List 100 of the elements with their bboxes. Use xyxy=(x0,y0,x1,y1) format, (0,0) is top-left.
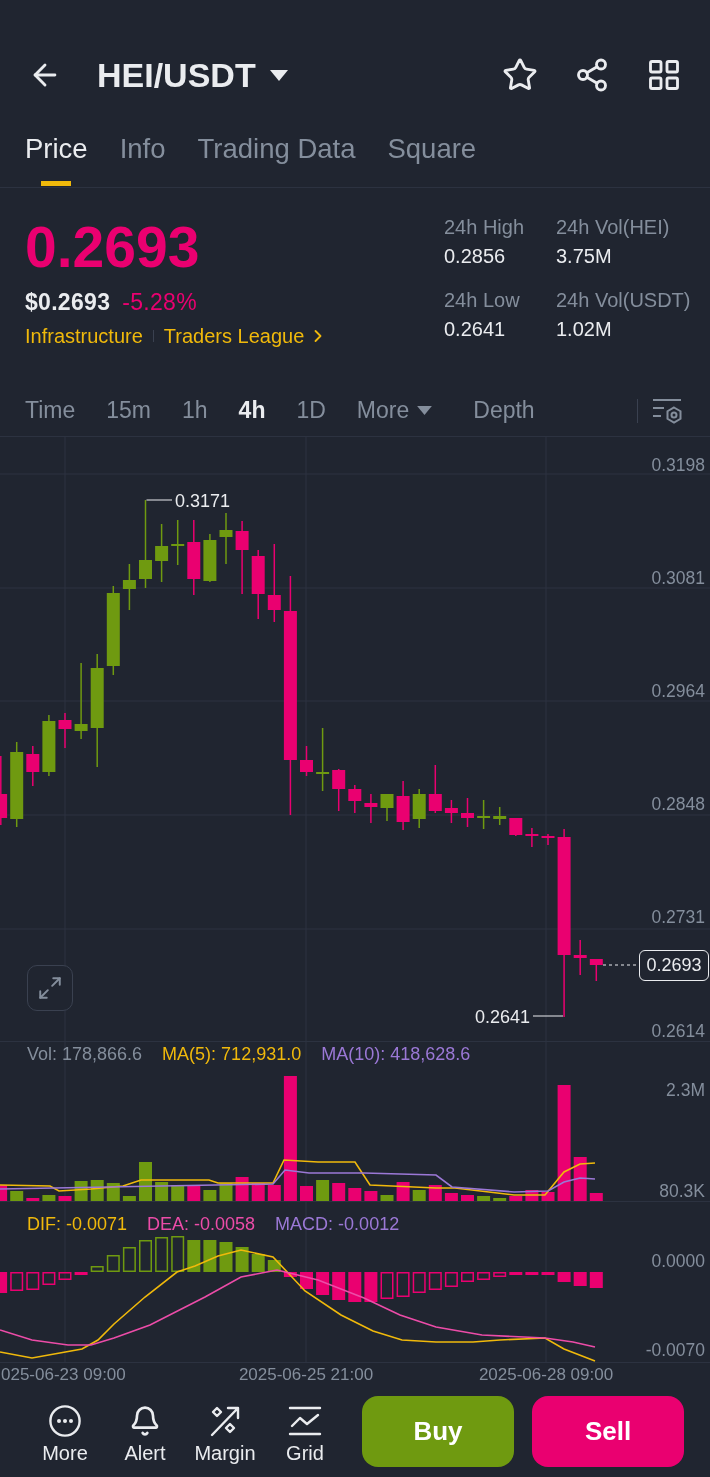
volume-bar xyxy=(525,1190,539,1201)
zigzag-lines-icon xyxy=(288,1405,322,1437)
candle xyxy=(0,755,8,826)
macd-bar xyxy=(90,1266,104,1272)
nav-item[interactable]: More xyxy=(25,1397,105,1465)
candle xyxy=(461,797,474,828)
volume-axis-label: 2.3M xyxy=(666,1079,705,1100)
macd-bar xyxy=(122,1247,136,1272)
candle xyxy=(58,712,72,749)
candle xyxy=(332,768,346,812)
price-axis-label: 0.3198 xyxy=(651,454,705,475)
price-axis-label: 0.2731 xyxy=(651,907,705,928)
candle xyxy=(219,512,233,565)
sell-button[interactable]: Sell xyxy=(532,1395,684,1467)
candle xyxy=(251,549,265,620)
volume-bar xyxy=(235,1177,249,1201)
expand-button[interactable] xyxy=(27,965,73,1011)
macd-axis-label: 0.0000 xyxy=(651,1250,705,1271)
macd-bar xyxy=(187,1240,201,1272)
legend-value: MA(10): 418,628.6 xyxy=(321,1043,471,1065)
stat-value: 1.02M xyxy=(556,317,613,341)
nav-item[interactable]: Alert xyxy=(105,1397,185,1465)
candle xyxy=(348,784,362,814)
last-price: 0.2693 xyxy=(25,219,201,276)
nav-item[interactable]: Margin xyxy=(185,1397,265,1465)
candle xyxy=(541,833,555,846)
tab[interactable]: Price xyxy=(25,110,88,187)
stat-label: 24h Low xyxy=(444,288,521,312)
tab[interactable]: Square xyxy=(387,110,477,187)
time-axis-label: 2025-06-28 09:00 xyxy=(478,1365,614,1384)
candle xyxy=(477,799,491,830)
volume-bar xyxy=(573,1157,587,1201)
candle xyxy=(171,519,185,566)
grid-icon[interactable] xyxy=(646,57,682,93)
price-axis-label: 0.2614 xyxy=(651,1020,705,1041)
candle xyxy=(412,788,426,829)
buy-button[interactable]: Buy xyxy=(362,1395,514,1467)
macd-bar xyxy=(493,1272,507,1277)
chart-settings-icon[interactable] xyxy=(652,397,682,424)
volume-bar xyxy=(541,1192,555,1201)
legend-value: Vol: 178,866.6 xyxy=(27,1043,143,1065)
interval-tab[interactable]: Time xyxy=(25,397,76,424)
macd-bar xyxy=(589,1272,603,1288)
tag-link[interactable]: Traders League xyxy=(163,324,329,348)
star-icon[interactable] xyxy=(502,57,538,93)
volume-bar xyxy=(348,1188,362,1201)
interval-tab[interactable]: 4h xyxy=(238,397,266,424)
macd-bar xyxy=(139,1240,152,1272)
candle xyxy=(396,780,410,831)
interval-tab[interactable]: 1D xyxy=(296,397,326,424)
volume-bar xyxy=(0,1185,8,1201)
macd-bar xyxy=(10,1272,24,1291)
macd-bar xyxy=(509,1272,523,1275)
stat-value: 0.2641 xyxy=(444,317,507,341)
volume-bar xyxy=(267,1185,281,1201)
candle xyxy=(573,939,587,976)
macd-bar xyxy=(58,1272,72,1280)
interval-tab[interactable]: Depth xyxy=(473,397,535,424)
macd-bar xyxy=(573,1272,587,1286)
macd-bar xyxy=(428,1272,442,1290)
macd-bar xyxy=(106,1255,120,1272)
macd-bar xyxy=(219,1242,233,1272)
legend-value: DIF: -0.0071 xyxy=(27,1213,128,1235)
expand-icon xyxy=(37,975,63,1001)
macd-bar xyxy=(525,1272,539,1275)
macd-bar xyxy=(42,1272,56,1285)
macd-bar xyxy=(203,1240,217,1272)
interval-tab[interactable]: More xyxy=(356,397,433,424)
time-axis-label: 025-06-23 09:00 xyxy=(1,1365,126,1384)
tab[interactable]: Trading Data xyxy=(197,110,356,187)
interval-tab[interactable]: 1h xyxy=(182,397,208,424)
time-axis-label: 2025-06-25 21:00 xyxy=(238,1365,374,1384)
candle xyxy=(155,523,169,583)
volume-bar xyxy=(509,1196,523,1201)
macd-bar xyxy=(26,1272,40,1290)
nav-item[interactable]: Grid xyxy=(265,1397,345,1465)
tab[interactable]: Info xyxy=(119,110,166,187)
volume-bar xyxy=(300,1186,313,1201)
candle xyxy=(203,533,217,583)
macd-bar xyxy=(461,1272,474,1282)
candle xyxy=(525,827,539,848)
candle xyxy=(26,745,40,787)
price-line xyxy=(602,964,639,966)
macd-bar xyxy=(444,1272,458,1287)
stat-label: 24h High xyxy=(444,215,526,239)
volume-bar xyxy=(461,1195,474,1201)
macd-bar xyxy=(364,1272,378,1302)
interval-tab[interactable]: 15m xyxy=(106,397,151,424)
volume-bar xyxy=(332,1183,346,1201)
macd-bar xyxy=(541,1272,555,1275)
legend-value: MA(5): 712,931.0 xyxy=(162,1043,302,1065)
share-icon[interactable] xyxy=(574,57,610,93)
volume-axis-label: 80.3K xyxy=(659,1180,705,1201)
pair-selector[interactable]: HEI/USDT xyxy=(97,55,288,95)
tag-link[interactable]: Infrastructure xyxy=(25,324,143,348)
bell-icon xyxy=(129,1405,161,1437)
stat-label: 24h Vol(USDT) xyxy=(556,288,692,312)
leader-line xyxy=(146,499,173,501)
candle xyxy=(444,799,458,824)
candle xyxy=(122,563,136,611)
